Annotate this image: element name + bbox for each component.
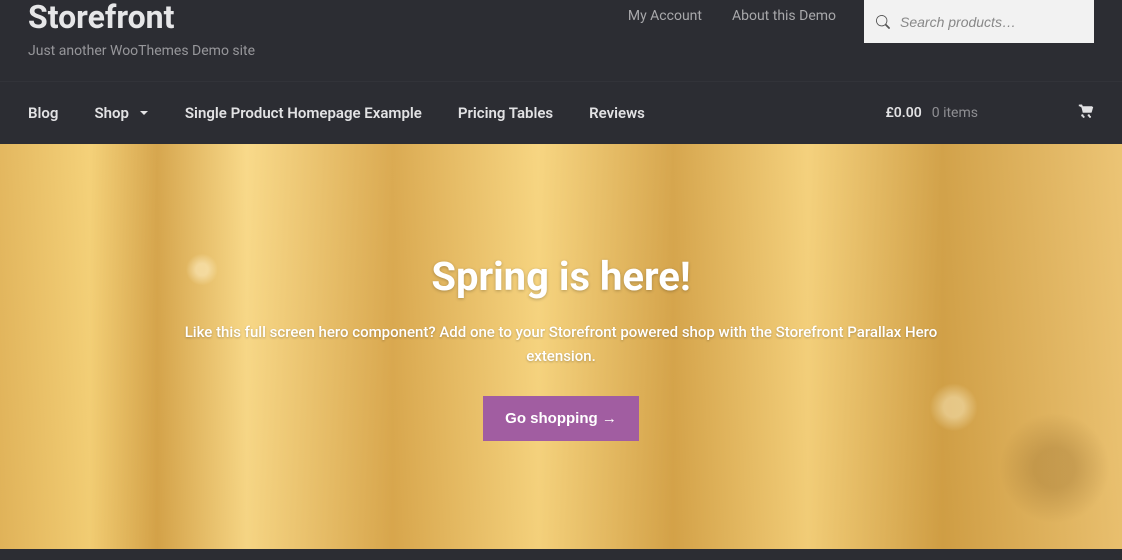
go-shopping-button[interactable]: Go shopping →: [483, 396, 639, 441]
header-nav-row: Blog Shop Single Product Homepage Exampl…: [0, 81, 1122, 144]
site-title[interactable]: Storefront: [28, 0, 628, 35]
nav-shop-label: Shop: [94, 104, 128, 122]
main-menu: Blog Shop Single Product Homepage Exampl…: [28, 104, 885, 122]
search-input[interactable]: [900, 14, 1082, 30]
search-icon: [876, 15, 890, 29]
cart-amount: £0.00: [885, 105, 921, 121]
nav-about-demo[interactable]: About this Demo: [732, 8, 836, 24]
hero-subtitle: Like this full screen hero component? Ad…: [181, 320, 941, 368]
hero-title: Spring is here!: [431, 253, 690, 300]
site-branding: Storefront Just another WooThemes Demo s…: [28, 0, 628, 59]
site-tagline: Just another WooThemes Demo site: [28, 43, 628, 59]
hero-section: Spring is here! Like this full screen he…: [0, 144, 1122, 549]
search-box[interactable]: [864, 0, 1094, 43]
nav-my-account[interactable]: My Account: [628, 8, 702, 24]
nav-blog[interactable]: Blog: [28, 104, 58, 122]
nav-single-product[interactable]: Single Product Homepage Example: [185, 104, 422, 122]
nav-pricing-tables[interactable]: Pricing Tables: [458, 104, 553, 122]
secondary-nav: My Account About this Demo: [628, 0, 836, 24]
nav-reviews[interactable]: Reviews: [589, 104, 645, 122]
cart-link[interactable]: £0.00 0 items: [885, 104, 1094, 122]
chevron-down-icon: [139, 108, 149, 118]
header-top-row: Storefront Just another WooThemes Demo s…: [0, 0, 1122, 81]
site-header: Storefront Just another WooThemes Demo s…: [0, 0, 1122, 144]
cart-icon: [1078, 104, 1094, 122]
nav-shop[interactable]: Shop: [94, 104, 148, 122]
cart-item-count: 0 items: [932, 105, 978, 121]
